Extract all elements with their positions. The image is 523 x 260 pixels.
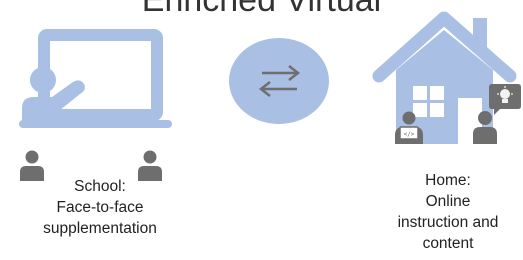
home-caption-line4: content bbox=[422, 235, 474, 252]
lightbulb-icon bbox=[489, 84, 521, 115]
school-caption: School: Face-to-face supplementation bbox=[20, 176, 180, 239]
classroom-board-icon bbox=[19, 29, 172, 128]
home-caption-line1: Home: bbox=[425, 172, 471, 189]
home-caption: Home: Online instruction and content bbox=[378, 170, 518, 254]
home-caption-line2: Online bbox=[425, 193, 471, 210]
house-icon bbox=[372, 11, 517, 144]
school-caption-line2: Face-to-face bbox=[56, 199, 144, 216]
home-caption-line3: instruction and bbox=[397, 214, 499, 231]
school-caption-line3: supplementation bbox=[43, 220, 157, 237]
school-caption-line1: School: bbox=[74, 178, 126, 195]
svg-text:</>: </> bbox=[404, 131, 415, 138]
exchange-arrows-icon bbox=[229, 38, 329, 124]
